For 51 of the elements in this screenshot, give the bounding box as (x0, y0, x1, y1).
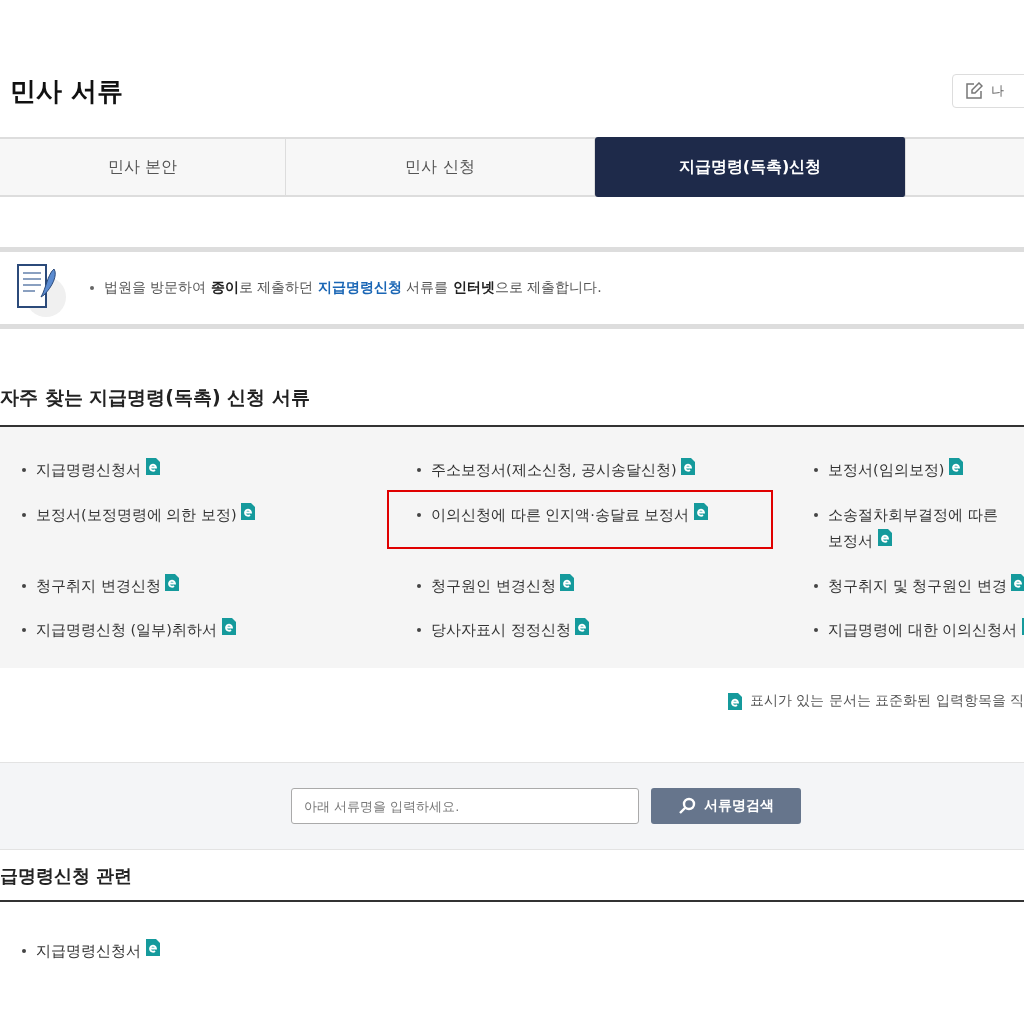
bullet-icon (814, 583, 818, 588)
document-icon (145, 458, 160, 475)
document-icon (221, 618, 236, 636)
bullet-icon (22, 512, 26, 517)
document-link[interactable]: 이의신청에 따른 인지액·송달료 보정서 (431, 501, 709, 528)
document-link[interactable]: 청구원인 변경신청 (431, 572, 575, 599)
search-icon (678, 797, 696, 815)
document-icon (145, 939, 160, 956)
notice-text: 법원을 방문하여 종이로 제출하던 지급명령신청 서류를 인터넷으로 제출합니다. (90, 279, 602, 297)
section-title: 자주 찾는 지급명령(독촉) 신청 서류 (0, 385, 311, 410)
search-field[interactable]: 아래 서류명을 입력하세요. (291, 788, 639, 824)
document-icon (727, 692, 742, 710)
bullet-icon (814, 468, 818, 472)
document-link[interactable]: 지급명령신청서 (36, 457, 160, 483)
document-icon (560, 573, 575, 591)
edit-icon (965, 82, 983, 100)
document-link[interactable]: 보정서(보정명령에 의한 보정) (36, 501, 256, 528)
document-icon (241, 502, 256, 520)
search-button[interactable]: 서류명검색 (651, 788, 801, 824)
document-icon (877, 528, 892, 546)
document-link[interactable]: 지급명령신청 (일부)취하서 (36, 617, 236, 644)
page-title: 민사 서류 (10, 74, 124, 108)
document-icon (575, 618, 590, 636)
document-icon (165, 573, 180, 591)
document-link[interactable]: 당사자표시 정정신청 (431, 617, 590, 644)
bullet-icon (22, 949, 26, 953)
tab[interactable]: 민사 본안 (0, 139, 286, 195)
bullet-icon (814, 628, 818, 633)
bullet-icon (22, 468, 26, 472)
document-link[interactable]: 청구취지 및 청구원인 변경 (828, 572, 1024, 599)
bullet-icon (417, 583, 421, 588)
bullet-icon (417, 468, 421, 472)
tab[interactable]: 지급명령(독촉)신청 (595, 137, 906, 197)
bullet-icon (417, 512, 421, 517)
document-link[interactable]: 소송절차회부결정에 따른 보정서 (828, 501, 998, 554)
document-icon (948, 458, 963, 475)
legend-text: 표시가 있는 문서는 표준화된 입력항목을 직 (749, 692, 1024, 710)
header-button[interactable]: 나 (952, 74, 1024, 108)
document-link[interactable]: 지급명령신청서 (36, 938, 160, 964)
section-title: 급명령신청 관련 (0, 864, 134, 888)
bullet-icon (814, 512, 818, 517)
bullet-icon (417, 628, 421, 633)
notice-link[interactable]: 지급명령신청 (317, 279, 402, 295)
document-icon (694, 502, 709, 520)
document-icon (681, 458, 696, 475)
document-link[interactable]: 보정서(임의보정) (828, 457, 963, 483)
document-link[interactable]: 청구취지 변경신청 (36, 572, 180, 599)
bullet-icon (22, 583, 26, 588)
bullet-icon (22, 628, 26, 633)
document-link[interactable]: 주소보정서(제소신청, 공시송달신청) (431, 457, 696, 483)
document-link[interactable]: 지급명령에 대한 이의신청서 (828, 617, 1024, 644)
